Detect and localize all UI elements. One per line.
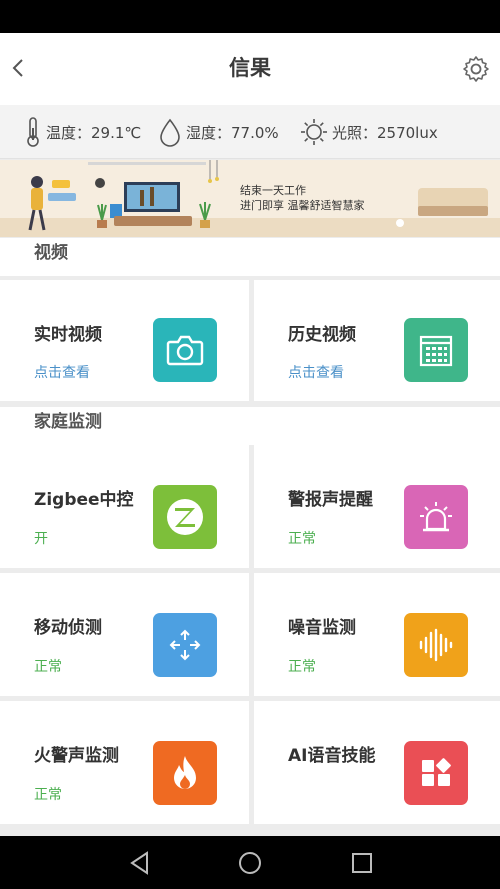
card-status: 正常: [288, 659, 316, 675]
system-nav-bar: [0, 836, 500, 889]
promo-banner[interactable]: 结束一天工作 进门即享 温馨舒适智慧家: [0, 160, 500, 237]
gear-icon[interactable]: [462, 55, 490, 83]
move-arrows-icon: [153, 613, 217, 677]
card-label: 噪音监测: [288, 618, 356, 638]
nav-recents-icon[interactable]: [349, 850, 375, 876]
card-status: 正常: [34, 659, 62, 675]
section-video-title: 视频: [0, 238, 500, 276]
camera-icon: [153, 318, 217, 382]
card-label: 历史视频: [288, 325, 356, 345]
card-history-video[interactable]: 历史视频 点击查看: [254, 280, 500, 401]
card-alarm-sound[interactable]: 警报声提醒 正常: [254, 445, 500, 568]
sound-wave-icon: [404, 613, 468, 677]
fire-icon: [153, 741, 217, 805]
thermometer-icon: [27, 117, 39, 147]
temperature-value: 温度：29.1℃: [46, 123, 142, 142]
droplet-icon: [160, 118, 180, 147]
light-reading: 光照：2570lux: [300, 105, 438, 159]
humidity-value: 湿度：77.0%: [186, 123, 279, 142]
humidity-reading: 湿度：77.0%: [158, 105, 279, 159]
card-label: AI语音技能: [288, 746, 376, 766]
alarm-light-icon: [404, 485, 468, 549]
card-noise-monitor[interactable]: 噪音监测 正常: [254, 573, 500, 696]
calendar-icon: [404, 318, 468, 382]
card-status: 正常: [34, 787, 62, 803]
card-label: 警报声提醒: [288, 490, 373, 510]
card-label: 火警声监测: [34, 746, 119, 766]
card-status: 开: [34, 531, 48, 547]
nav-back-icon[interactable]: [127, 850, 153, 876]
card-label: 移动侦测: [34, 618, 102, 638]
zigbee-icon: [153, 485, 217, 549]
apps-icon: [404, 741, 468, 805]
environment-bar: 温度：29.1℃ 湿度：77.0% 光照：2570lux: [0, 105, 500, 159]
page-title: 信果: [229, 56, 271, 80]
card-ai-voice-skill[interactable]: AI语音技能: [254, 701, 500, 824]
card-live-video[interactable]: 实时视频 点击查看: [0, 280, 249, 401]
section-monitor-title: 家庭监测: [0, 407, 500, 445]
card-status: 点击查看: [288, 365, 344, 381]
light-value: 光照：2570lux: [332, 123, 438, 142]
app-header: 信果: [0, 33, 500, 105]
card-zigbee[interactable]: Zigbee中控 开: [0, 445, 249, 568]
banner-line1: 结束一天工作: [240, 184, 306, 197]
card-fire-alarm-monitor[interactable]: 火警声监测 正常: [0, 701, 249, 824]
sun-icon: [301, 119, 327, 145]
card-motion-detect[interactable]: 移动侦测 正常: [0, 573, 249, 696]
card-label: Zigbee中控: [34, 490, 134, 510]
card-label: 实时视频: [34, 325, 102, 345]
temperature-reading: 温度：29.1℃: [24, 105, 141, 159]
banner-line2: 进门即享 温馨舒适智慧家: [240, 199, 365, 212]
nav-home-icon[interactable]: [237, 850, 263, 876]
card-status: 正常: [288, 531, 316, 547]
card-status: 点击查看: [34, 365, 90, 381]
status-bar: [0, 0, 500, 33]
